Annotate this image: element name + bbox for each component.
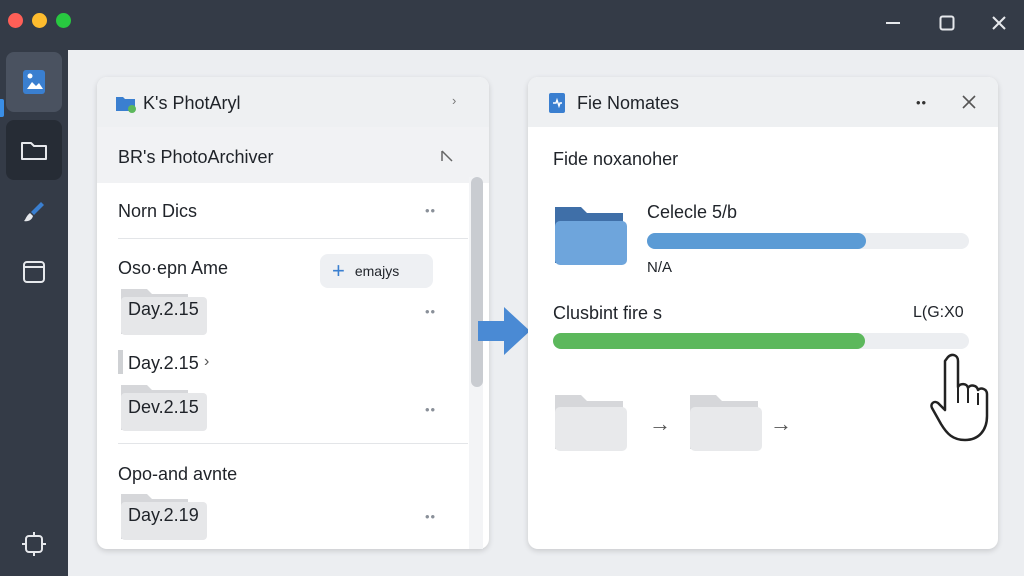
folder-grey-icon [690,395,762,451]
folder-item[interactable]: Day.2.15 [118,283,210,343]
folder-label: Day.2.15 [128,353,199,373]
sidebar-item-edit[interactable] [6,182,62,242]
sidebar-item-window[interactable] [6,242,62,302]
sidebar-item-folders[interactable] [6,120,62,180]
folder-label: Day.2.19 [128,505,199,525]
plus-icon: + [332,258,345,283]
folder-app-icon [116,97,136,113]
progress1-track [647,233,969,249]
left-panel-title: K's PhotAryl [143,93,241,113]
progress1-sublabel: N/A [647,259,673,276]
photos-icon [23,70,45,94]
folder-label: Dev.2.15 [128,397,199,417]
file-nomates-panel: Fie Nomates •• Fide noxanoher Celecle 5/… [528,77,998,549]
archive-title: BR's PhotoArchiver [118,147,274,167]
folder-item[interactable]: Dev.2.15 [118,379,210,439]
add-button-label: emajys [354,263,400,279]
active-indicator [0,99,4,117]
divider [118,443,468,444]
section-title[interactable]: Opo-and avnte [118,464,237,485]
progress2-label: Clusbint fire s [553,303,663,323]
folder-item[interactable]: Day.2.19 [118,488,210,548]
zoom-window-dot[interactable] [56,13,71,28]
sidebar [0,50,68,576]
archive-header[interactable]: BR's PhotoArchiver [97,127,489,183]
progress1-label: Celecle 5/b [647,202,738,222]
folder-blue-icon [555,207,627,265]
progress2-track [553,333,969,349]
collapse-icon[interactable] [440,149,454,163]
progress2-fill [553,333,865,349]
panel-more-icon[interactable]: •• [916,95,927,110]
progress2-right-label: L(G:X0 [913,304,964,321]
folder-label: Day.2.15 [128,299,199,319]
window-icon [23,261,45,283]
close-window-dot[interactable] [8,13,23,28]
file-app-icon [549,93,565,113]
right-subtitle: Fide noxanoher [553,149,679,169]
panel-close-icon[interactable] [962,95,976,109]
more-options-icon[interactable]: •• [425,402,436,417]
add-emajys-button[interactable]: + emajys [320,254,433,288]
left-panel-menu[interactable]: › [452,93,456,108]
section-title[interactable]: Norn Dics [118,201,197,222]
right-panel-header: Fie Nomates •• [528,77,998,127]
more-options-icon[interactable]: •• [425,509,436,524]
more-options-icon[interactable]: •• [425,304,436,319]
folder-grey-icon [555,395,627,451]
expand-arrow-icon: › [204,353,210,370]
transfer-arrow-icon [478,307,530,355]
progress1-fill [647,233,866,249]
brush-icon [24,202,44,222]
minimize-window-dot[interactable] [32,13,47,28]
right-panel-title: Fie Nomates [577,93,680,113]
sidebar-item-sync[interactable] [6,514,62,574]
close-icon [992,16,1006,30]
arrow-right-icon: → [649,411,671,436]
section-title[interactable]: Oso·epn Ame [118,258,228,279]
title-bar [0,0,1024,50]
maximize-button[interactable] [934,10,960,36]
close-button[interactable] [986,10,1012,36]
more-options-icon[interactable]: •• [425,203,436,218]
divider [118,238,468,239]
sidebar-item-photos[interactable] [6,52,62,112]
arrow-right-icon: → [770,411,792,436]
minimize-icon [886,22,900,24]
folder-icon [21,142,47,160]
hand-pointer-icon [930,353,989,442]
drag-handle[interactable] [118,350,123,374]
maximize-icon [939,15,955,31]
left-panel-header: K's PhotAryl › [97,77,489,127]
minimize-button[interactable] [880,10,906,36]
sync-icon [22,532,46,556]
photo-archive-panel: K's PhotAryl › BR's PhotoArchiver Norn D… [97,77,489,549]
